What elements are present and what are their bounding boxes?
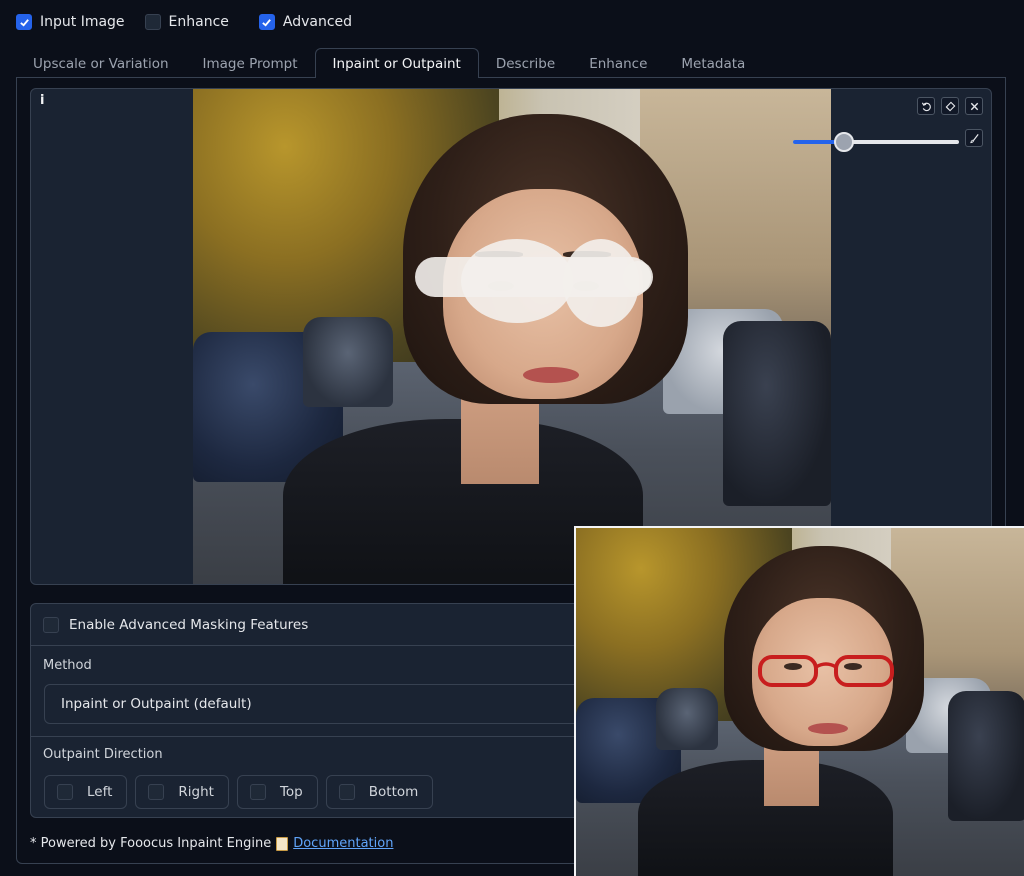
enhance-checkbox[interactable]	[144, 14, 161, 30]
footer-text: * Powered by Fooocus Inpaint Engine	[30, 836, 272, 851]
result-image-preview	[574, 526, 1024, 876]
result-photo	[576, 528, 1024, 876]
outpaint-bottom-checkbox[interactable]	[338, 784, 355, 800]
inpaint-mask	[623, 261, 653, 293]
outpaint-left-checkbox[interactable]	[57, 784, 73, 800]
top-options-bar: Input Image Enhance Advanced	[16, 12, 372, 32]
input-image-toggle[interactable]: Input Image	[16, 14, 125, 30]
advanced-toggle[interactable]: Advanced	[258, 14, 353, 30]
red-glasses	[758, 655, 894, 687]
inpaint-image-editor[interactable]: i	[30, 88, 992, 585]
outpaint-direction-group: Left Right Top Bottom	[44, 775, 441, 809]
brush-button[interactable]	[965, 129, 983, 147]
outpaint-right-checkbox[interactable]	[148, 784, 165, 800]
document-icon	[276, 836, 289, 851]
undo-icon	[921, 102, 931, 111]
close-icon	[970, 102, 978, 110]
eraser-icon	[945, 101, 955, 111]
advanced-masking-label: Enable Advanced Masking Features	[69, 617, 309, 633]
undo-button[interactable]	[917, 97, 935, 115]
tab-enhance[interactable]: Enhance	[572, 49, 664, 79]
documentation-link[interactable]: Documentation	[293, 836, 393, 851]
tab-bar: Upscale or Variation Image Prompt Inpain…	[16, 48, 1006, 79]
advanced-checkbox[interactable]	[258, 14, 275, 30]
brush-size-handle[interactable]	[834, 132, 854, 152]
tab-inpaint-or-outpaint[interactable]: Inpaint or Outpaint	[314, 48, 479, 79]
clear-button[interactable]	[965, 97, 983, 115]
outpaint-left-option[interactable]: Left	[44, 775, 128, 809]
brush-size-slider[interactable]	[793, 132, 959, 152]
editor-label: i	[40, 93, 45, 108]
advanced-masking-toggle[interactable]: Enable Advanced Masking Features	[43, 617, 308, 633]
outpaint-direction-label: Outpaint Direction	[43, 747, 163, 762]
brush-icon	[969, 133, 979, 143]
input-image-checkbox[interactable]	[16, 14, 32, 30]
enhance-label: Enhance	[168, 14, 229, 30]
inpaint-mask	[461, 239, 573, 323]
checkmark-icon	[19, 18, 29, 27]
checkmark-icon	[262, 18, 272, 27]
outpaint-top-checkbox[interactable]	[249, 784, 266, 800]
advanced-masking-checkbox[interactable]	[43, 617, 59, 633]
source-photo[interactable]	[193, 89, 831, 584]
outpaint-top-option[interactable]: Top	[236, 775, 318, 809]
outpaint-bottom-option[interactable]: Bottom	[325, 775, 434, 809]
input-image-label: Input Image	[40, 14, 125, 30]
enhance-toggle[interactable]: Enhance	[144, 14, 229, 30]
footer: * Powered by Fooocus Inpaint Engine Docu…	[30, 836, 393, 851]
tab-image-prompt[interactable]: Image Prompt	[186, 49, 315, 79]
outpaint-top-label: Top	[279, 784, 303, 800]
tab-metadata[interactable]: Metadata	[664, 49, 762, 79]
tab-upscale-or-variation[interactable]: Upscale or Variation	[16, 49, 186, 79]
tab-describe[interactable]: Describe	[479, 49, 572, 79]
eraser-button[interactable]	[941, 97, 959, 115]
method-label: Method	[43, 658, 92, 673]
outpaint-bottom-label: Bottom	[368, 784, 419, 800]
advanced-label: Advanced	[282, 14, 353, 30]
outpaint-right-option[interactable]: Right	[135, 775, 229, 809]
outpaint-left-label: Left	[87, 784, 113, 800]
outpaint-right-label: Right	[178, 784, 214, 800]
